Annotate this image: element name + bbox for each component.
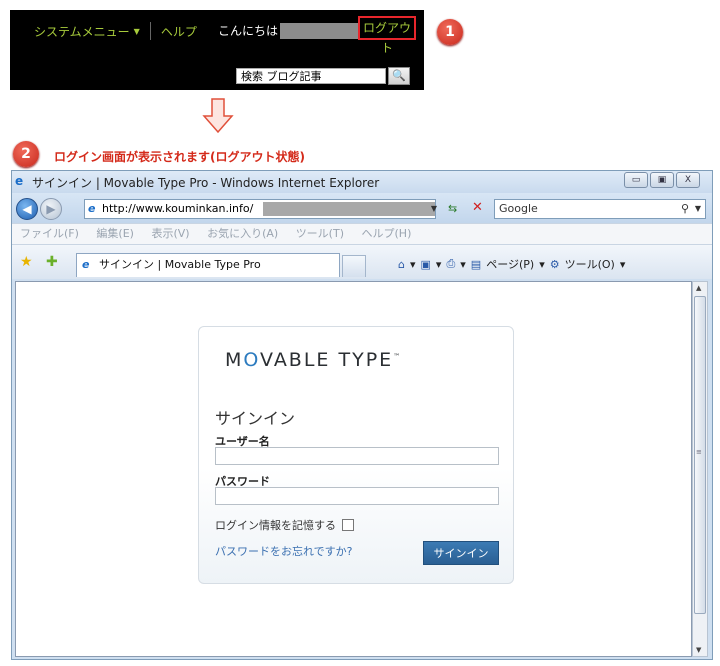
maximize-button[interactable]: ▣ [650,172,674,188]
tab-title: サインイン | Movable Type Pro [99,258,261,271]
search-icon: 🔍 [392,69,406,82]
remember-checkbox[interactable] [342,519,354,531]
menu-edit[interactable]: 編集(E) [96,227,134,240]
arrow-right-icon: ▶ [46,202,56,216]
username-input[interactable] [215,447,499,465]
help-link[interactable]: ヘルプ [161,23,197,40]
favorites-star-icon[interactable]: ★ [20,254,33,270]
print-icon[interactable]: ⎙ [446,257,455,271]
page-menu-icon: ▤ [470,257,482,271]
close-button[interactable]: X [676,172,700,188]
back-button[interactable]: ◀ [16,198,38,220]
greeting-text: こんにちは [218,24,279,38]
scroll-down-icon[interactable]: ▼ [696,646,701,654]
stop-icon[interactable]: ✕ [472,200,483,215]
arrow-left-icon: ◀ [22,202,32,216]
menu-bar: ファイル(F) 編集(E) 表示(V) お気に入り(A) ツール(T) ヘルプ(… [12,223,712,245]
search-engine-text: Google [499,202,538,215]
address-text: http://www.kouminkan.info/ [102,202,254,215]
step-badge-1: 1 [437,19,463,45]
signin-button[interactable]: サインイン [423,541,499,565]
forgot-password-link[interactable]: パスワードをお忘れですか? [215,543,353,559]
feed-icon[interactable]: ▣ [421,258,431,271]
admin-menu: システムメニュー ▼ ヘルプ [34,22,197,40]
title-bar: e サインイン | Movable Type Pro - Windows Int… [12,171,712,193]
greeting: こんにちは [218,22,361,39]
step2-caption: ログイン画面が表示されます(ログアウト状態) [54,150,305,164]
page-icon: e [88,202,96,215]
admin-bar: システムメニュー ▼ ヘルプ こんにちは ログアウト 検索 ブログ記事 🔍 [10,10,424,90]
home-icon[interactable]: ⌂ [398,258,405,271]
page-menu[interactable]: ページ(P) [486,256,534,272]
menu-favorites[interactable]: お気に入り(A) [207,227,278,240]
command-bar: ⌂ ▾ ▣ ▾ ⎙ ▾ ▤ ページ(P) ▾ ⚙ ツール(O) ▾ [398,256,630,272]
search-box[interactable]: Google ⚲ ▼ [494,199,706,219]
menu-tools[interactable]: ツール(T) [296,227,344,240]
menu-help[interactable]: ヘルプ(H) [362,227,412,240]
address-row: ◀ ▶ e http://www.kouminkan.info/ ▼ ⇆ ✕ Go… [12,193,712,223]
logo-wrench-icon: O [243,349,261,371]
chevron-down-icon[interactable]: ▾ [410,258,416,271]
tab-row: ★ ✚ e サインイン | Movable Type Pro ⌂ ▾ ▣ ▾ ⎙ ▾ … [12,245,712,279]
address-mask [263,202,435,216]
new-tab-button[interactable] [342,255,366,277]
scroll-grip-icon: ≡ [696,448,702,456]
remember-label: ログイン情報を記憶する [215,519,336,532]
search-input[interactable]: 検索 ブログ記事 [236,68,386,84]
vertical-scrollbar[interactable]: ▲ ≡ ▼ [692,281,708,657]
address-bar[interactable]: e http://www.kouminkan.info/ ▼ [84,199,437,219]
signin-heading: サインイン [215,409,296,428]
window-title: サインイン | Movable Type Pro - Windows Inter… [32,176,380,190]
gear-icon: ⚙ [549,257,560,271]
page-content: MOVABLE TYPE™ サインイン ユーザー名 パスワード ログイン情報を記… [15,281,692,657]
address-dropdown-icon[interactable]: ▼ [431,200,437,218]
minimize-button[interactable]: ▭ [624,172,648,188]
add-favorites-icon[interactable]: ✚ [46,254,58,270]
menu-view[interactable]: 表示(V) [151,227,189,240]
tab-signin[interactable]: e サインイン | Movable Type Pro [76,253,340,277]
chevron-down-icon[interactable]: ▾ [620,258,626,271]
tools-menu[interactable]: ツール(O) [565,256,615,272]
chevron-down-icon[interactable]: ▼ [134,27,140,36]
menu-divider [149,22,151,40]
forward-button[interactable]: ▶ [40,198,62,220]
logout-link[interactable]: ログアウト [358,16,416,55]
browser-window: e サインイン | Movable Type Pro - Windows Int… [11,170,713,660]
down-arrow-icon [202,98,234,134]
ie-icon: e [15,174,24,188]
chevron-down-icon[interactable]: ▾ [460,258,466,271]
step-badge-2: 2 [13,141,39,167]
remember-row: ログイン情報を記憶する [215,517,354,533]
search-dropdown-icon[interactable]: ▼ [695,200,701,218]
movable-type-logo: MOVABLE TYPE™ [225,349,401,371]
refresh-icon[interactable]: ⇆ [448,202,457,215]
system-menu-link[interactable]: システムメニュー [34,23,130,40]
page-icon: e [82,258,90,271]
login-card: MOVABLE TYPE™ サインイン ユーザー名 パスワード ログイン情報を記… [198,326,514,584]
chevron-down-icon[interactable]: ▾ [539,258,545,271]
menu-file[interactable]: ファイル(F) [20,227,79,240]
password-input[interactable] [215,487,499,505]
username-mask [280,22,361,39]
chevron-down-icon[interactable]: ▾ [436,258,442,271]
search-icon[interactable]: ⚲ [681,200,689,218]
search-button[interactable]: 🔍 [388,67,410,85]
scroll-up-icon[interactable]: ▲ [696,284,701,292]
